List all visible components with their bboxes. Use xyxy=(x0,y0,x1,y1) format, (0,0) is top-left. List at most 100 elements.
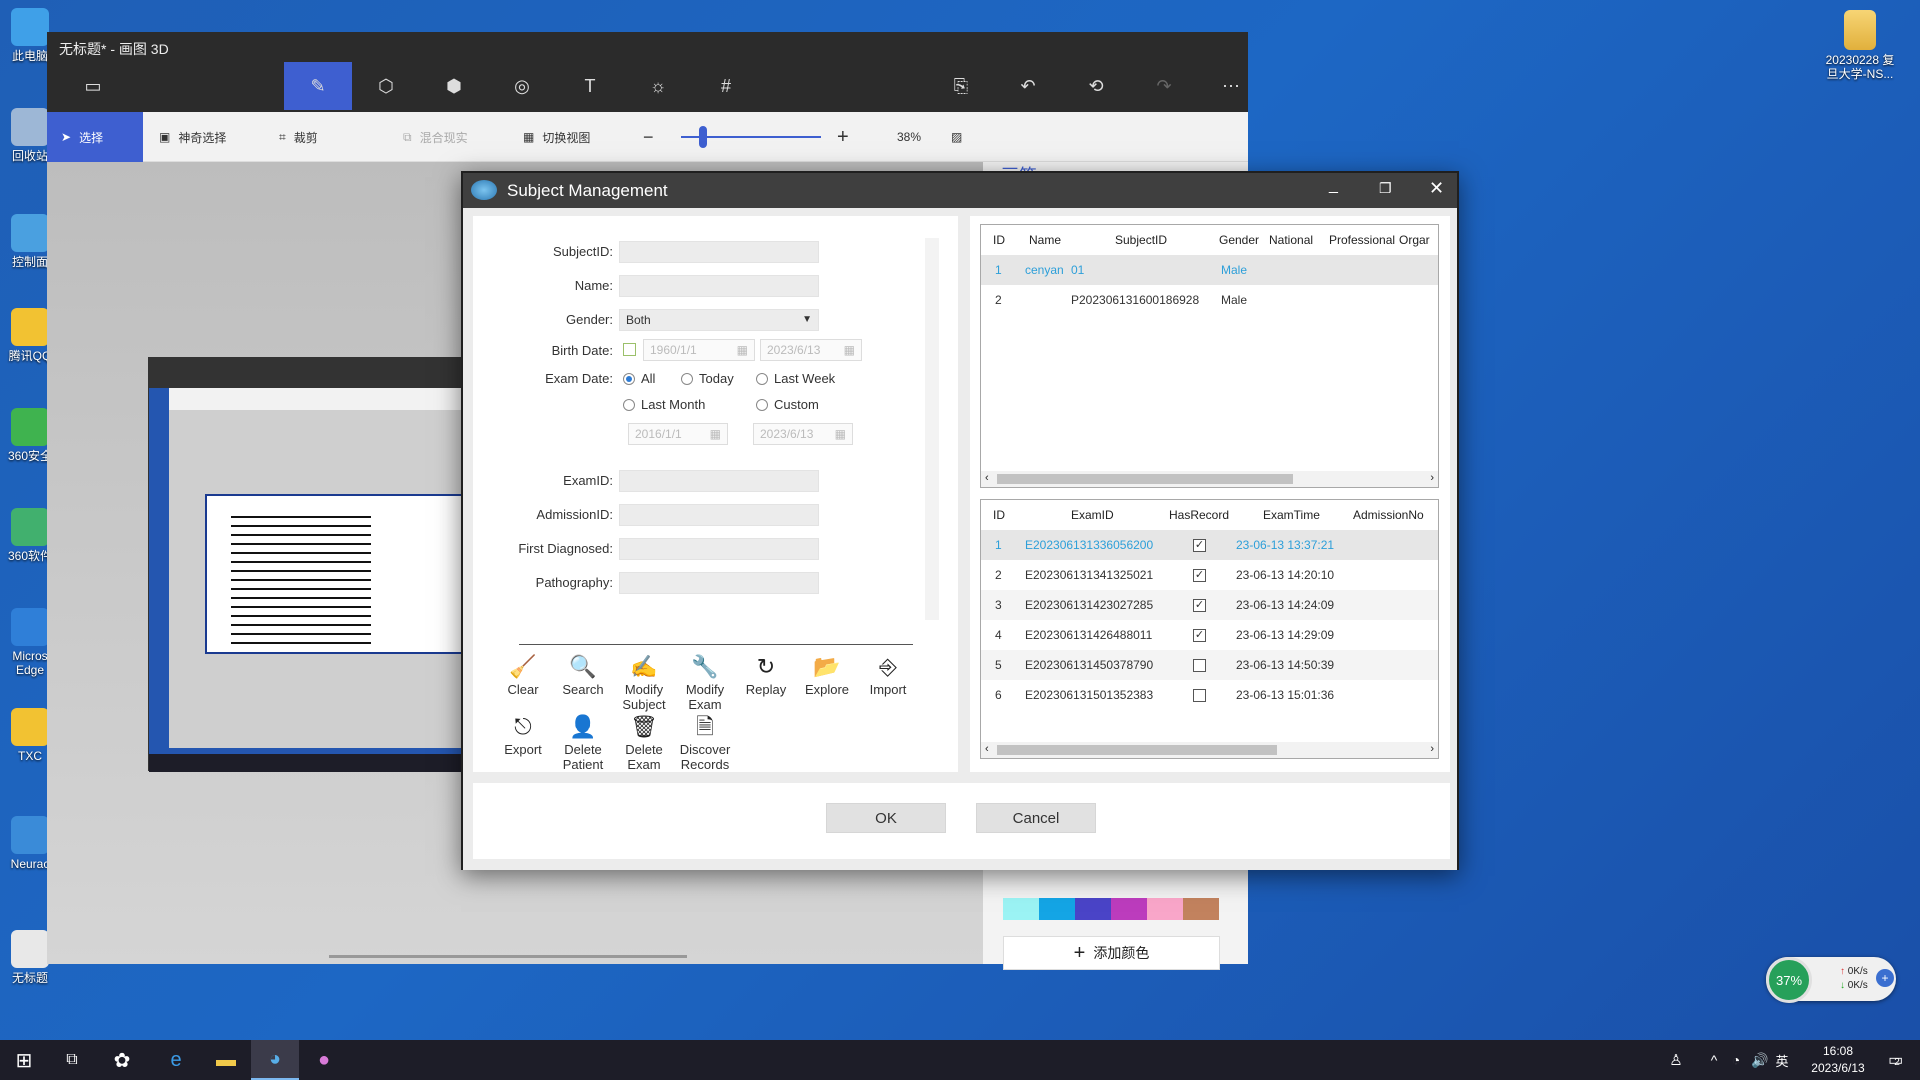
desktop-folder-icon[interactable]: 20230228 复旦大学-NS... xyxy=(1820,10,1900,81)
import-button[interactable]: ⎆ Import xyxy=(858,652,918,697)
export-button[interactable]: ⎋ Export xyxy=(493,712,553,757)
redo-icon[interactable]: ↷ xyxy=(1130,62,1198,110)
exam-date-last-month-radio[interactable]: Last Month xyxy=(623,397,705,412)
color-swatch[interactable] xyxy=(1111,898,1147,920)
exam-date-all-radio[interactable]: All xyxy=(623,371,655,386)
notifications-icon[interactable]: ▭ 2 xyxy=(1870,1040,1918,1080)
exam-to-date[interactable]: 2023/6/13 ▦ xyxy=(753,423,853,445)
subjects-column-header[interactable]: Professional xyxy=(1329,225,1395,255)
exams-table-row[interactable]: 3 E202306131423027285 ✓ 23-06-13 14:24:09 xyxy=(981,590,1438,620)
stickers-icon[interactable]: ◎ xyxy=(488,62,556,110)
effects-icon[interactable]: ☼ xyxy=(624,62,692,110)
has-record-checkbox[interactable]: ✓ xyxy=(1193,628,1206,642)
subject-id-input[interactable] xyxy=(619,241,819,263)
has-record-checkbox[interactable]: ✓ xyxy=(1193,538,1206,552)
exams-hscrollbar[interactable]: ‹ › xyxy=(981,742,1438,758)
select-tool[interactable]: ➤ 选择 xyxy=(47,112,143,162)
3d-shapes-icon[interactable]: ⬢ xyxy=(420,62,488,110)
color-swatch[interactable] xyxy=(1003,898,1039,920)
canvas-icon[interactable]: # xyxy=(692,62,760,110)
admission-id-input[interactable] xyxy=(619,504,819,526)
subjects-hscrollbar[interactable]: ‹ › xyxy=(981,471,1438,487)
search-button[interactable]: 🔍 Search xyxy=(553,652,613,697)
magic-select-tool[interactable]: ▣ 神奇选择 xyxy=(159,112,226,162)
clear-button[interactable]: 🧹 Clear xyxy=(493,652,553,697)
explore-button[interactable]: 📂 Explore xyxy=(797,652,857,697)
exams-table-row[interactable]: 2 E202306131341325021 ✓ 23-06-13 14:20:10 xyxy=(981,560,1438,590)
windows-start-icon[interactable]: ⊞ xyxy=(0,1040,48,1080)
first-diagnosed-input[interactable] xyxy=(619,538,819,560)
subjects-column-header[interactable]: SubjectID xyxy=(1115,225,1167,255)
ok-button[interactable]: OK xyxy=(826,803,946,833)
neurac-app-icon[interactable]: ◕ xyxy=(251,1040,299,1080)
text-tool-icon[interactable]: T xyxy=(556,62,624,110)
scroll-left-icon[interactable]: ‹ xyxy=(985,743,989,755)
paint3d-taskbar-icon[interactable]: ● xyxy=(300,1040,348,1080)
exams-column-header[interactable]: HasRecord xyxy=(1169,500,1229,530)
discover-records-button[interactable]: 🗎 Discover Records xyxy=(675,712,735,772)
clock[interactable]: 16:08 2023/6/13 xyxy=(1798,1043,1878,1077)
undo-icon[interactable]: ↶ xyxy=(994,62,1062,110)
brushes-tool-icon[interactable]: ✎ xyxy=(284,62,352,110)
subjects-column-header[interactable]: Orgar xyxy=(1399,225,1430,255)
subjects-column-header[interactable]: National xyxy=(1269,225,1313,255)
color-swatch[interactable] xyxy=(1147,898,1183,920)
color-swatch[interactable] xyxy=(1075,898,1111,920)
has-record-checkbox[interactable] xyxy=(1193,688,1206,702)
exam-from-date[interactable]: 2016/1/1 ▦ xyxy=(628,423,728,445)
exam-id-input[interactable] xyxy=(619,470,819,492)
cancel-button[interactable]: Cancel xyxy=(976,803,1096,833)
more-icon[interactable]: ⋯ xyxy=(1197,62,1265,110)
color-swatch[interactable] xyxy=(1183,898,1219,920)
gender-select[interactable]: Both ▼ xyxy=(619,309,819,331)
exams-table-row[interactable]: 6 E202306131501352383 23-06-13 15:01:36 xyxy=(981,680,1438,710)
scroll-right-icon[interactable]: › xyxy=(1430,743,1434,755)
file-explorer-icon[interactable]: ▬ xyxy=(202,1040,250,1080)
scroll-left-icon[interactable]: ‹ xyxy=(985,472,989,484)
switch-view-tool[interactable]: ▦ 切换视图 xyxy=(523,112,590,162)
subjects-column-header[interactable]: Gender xyxy=(1219,225,1259,255)
zoom-slider-thumb[interactable] xyxy=(699,126,707,148)
birth-from-date[interactable]: 1960/1/1 ▦ xyxy=(643,339,755,361)
exam-date-last-week-radio[interactable]: Last Week xyxy=(756,371,835,386)
zoom-out-button[interactable]: − xyxy=(643,112,654,162)
paste-icon[interactable]: ⎘ xyxy=(927,62,995,110)
crop-tool[interactable]: ⌗ 裁剪 xyxy=(279,112,318,162)
exam-date-today-radio[interactable]: Today xyxy=(681,371,734,386)
edge-icon[interactable]: e xyxy=(152,1040,200,1080)
mixed-reality-tool[interactable]: ⧉ 混合现实 xyxy=(403,112,468,162)
pathography-input[interactable] xyxy=(619,572,819,594)
restore-icon[interactable]: ❐ xyxy=(1379,180,1392,197)
widget-plus-icon[interactable]: + xyxy=(1876,969,1894,987)
history-icon[interactable]: ⟲ xyxy=(1062,62,1130,110)
exams-table-row[interactable]: 1 E202306131336056200 ✓ 23-06-13 13:37:21 xyxy=(981,530,1438,560)
replay-button[interactable]: ↻ Replay xyxy=(736,652,796,697)
birth-date-checkbox[interactable] xyxy=(623,343,636,356)
exams-column-header[interactable]: AdmissionNo xyxy=(1353,500,1424,530)
close-icon[interactable]: ✕ xyxy=(1429,178,1444,199)
has-record-checkbox[interactable]: ✓ xyxy=(1193,598,1206,612)
exam-date-custom-radio[interactable]: Custom xyxy=(756,397,819,412)
exams-table-row[interactable]: 5 E202306131450378790 23-06-13 14:50:39 xyxy=(981,650,1438,680)
task-view-icon[interactable]: ⧉ xyxy=(48,1040,96,1080)
form-scrollbar[interactable] xyxy=(925,238,939,620)
delete-patient-button[interactable]: 👤 Delete Patient xyxy=(553,712,613,772)
canvas-scrollbar[interactable] xyxy=(329,955,687,958)
exams-hscroll-thumb[interactable] xyxy=(997,745,1277,755)
2d-shapes-icon[interactable]: ⬡ xyxy=(352,62,420,110)
subjects-column-header[interactable]: ID xyxy=(993,225,1005,255)
add-color-button[interactable]: + 添加颜色 xyxy=(1003,936,1220,970)
minimize-icon[interactable]: _ xyxy=(1329,177,1338,195)
subjects-column-header[interactable]: Name xyxy=(1029,225,1061,255)
exams-column-header[interactable]: ExamTime xyxy=(1263,500,1320,530)
app-360-icon[interactable]: ✿ xyxy=(98,1040,146,1080)
network-speed-widget[interactable]: 37% ↑ 0K/s ↓ 0K/s + xyxy=(1766,957,1896,1003)
has-record-checkbox[interactable] xyxy=(1193,658,1206,672)
modify-exam-button[interactable]: 🔧 Modify Exam xyxy=(675,652,735,712)
name-input[interactable] xyxy=(619,275,819,297)
birth-to-date[interactable]: 2023/6/13 ▦ xyxy=(760,339,862,361)
exams-column-header[interactable]: ExamID xyxy=(1071,500,1114,530)
subjects-table-row[interactable]: 1 cenyan 01 Male xyxy=(981,255,1438,285)
exams-table-row[interactable]: 4 E202306131426488011 ✓ 23-06-13 14:29:09 xyxy=(981,620,1438,650)
color-swatch[interactable] xyxy=(1039,898,1075,920)
